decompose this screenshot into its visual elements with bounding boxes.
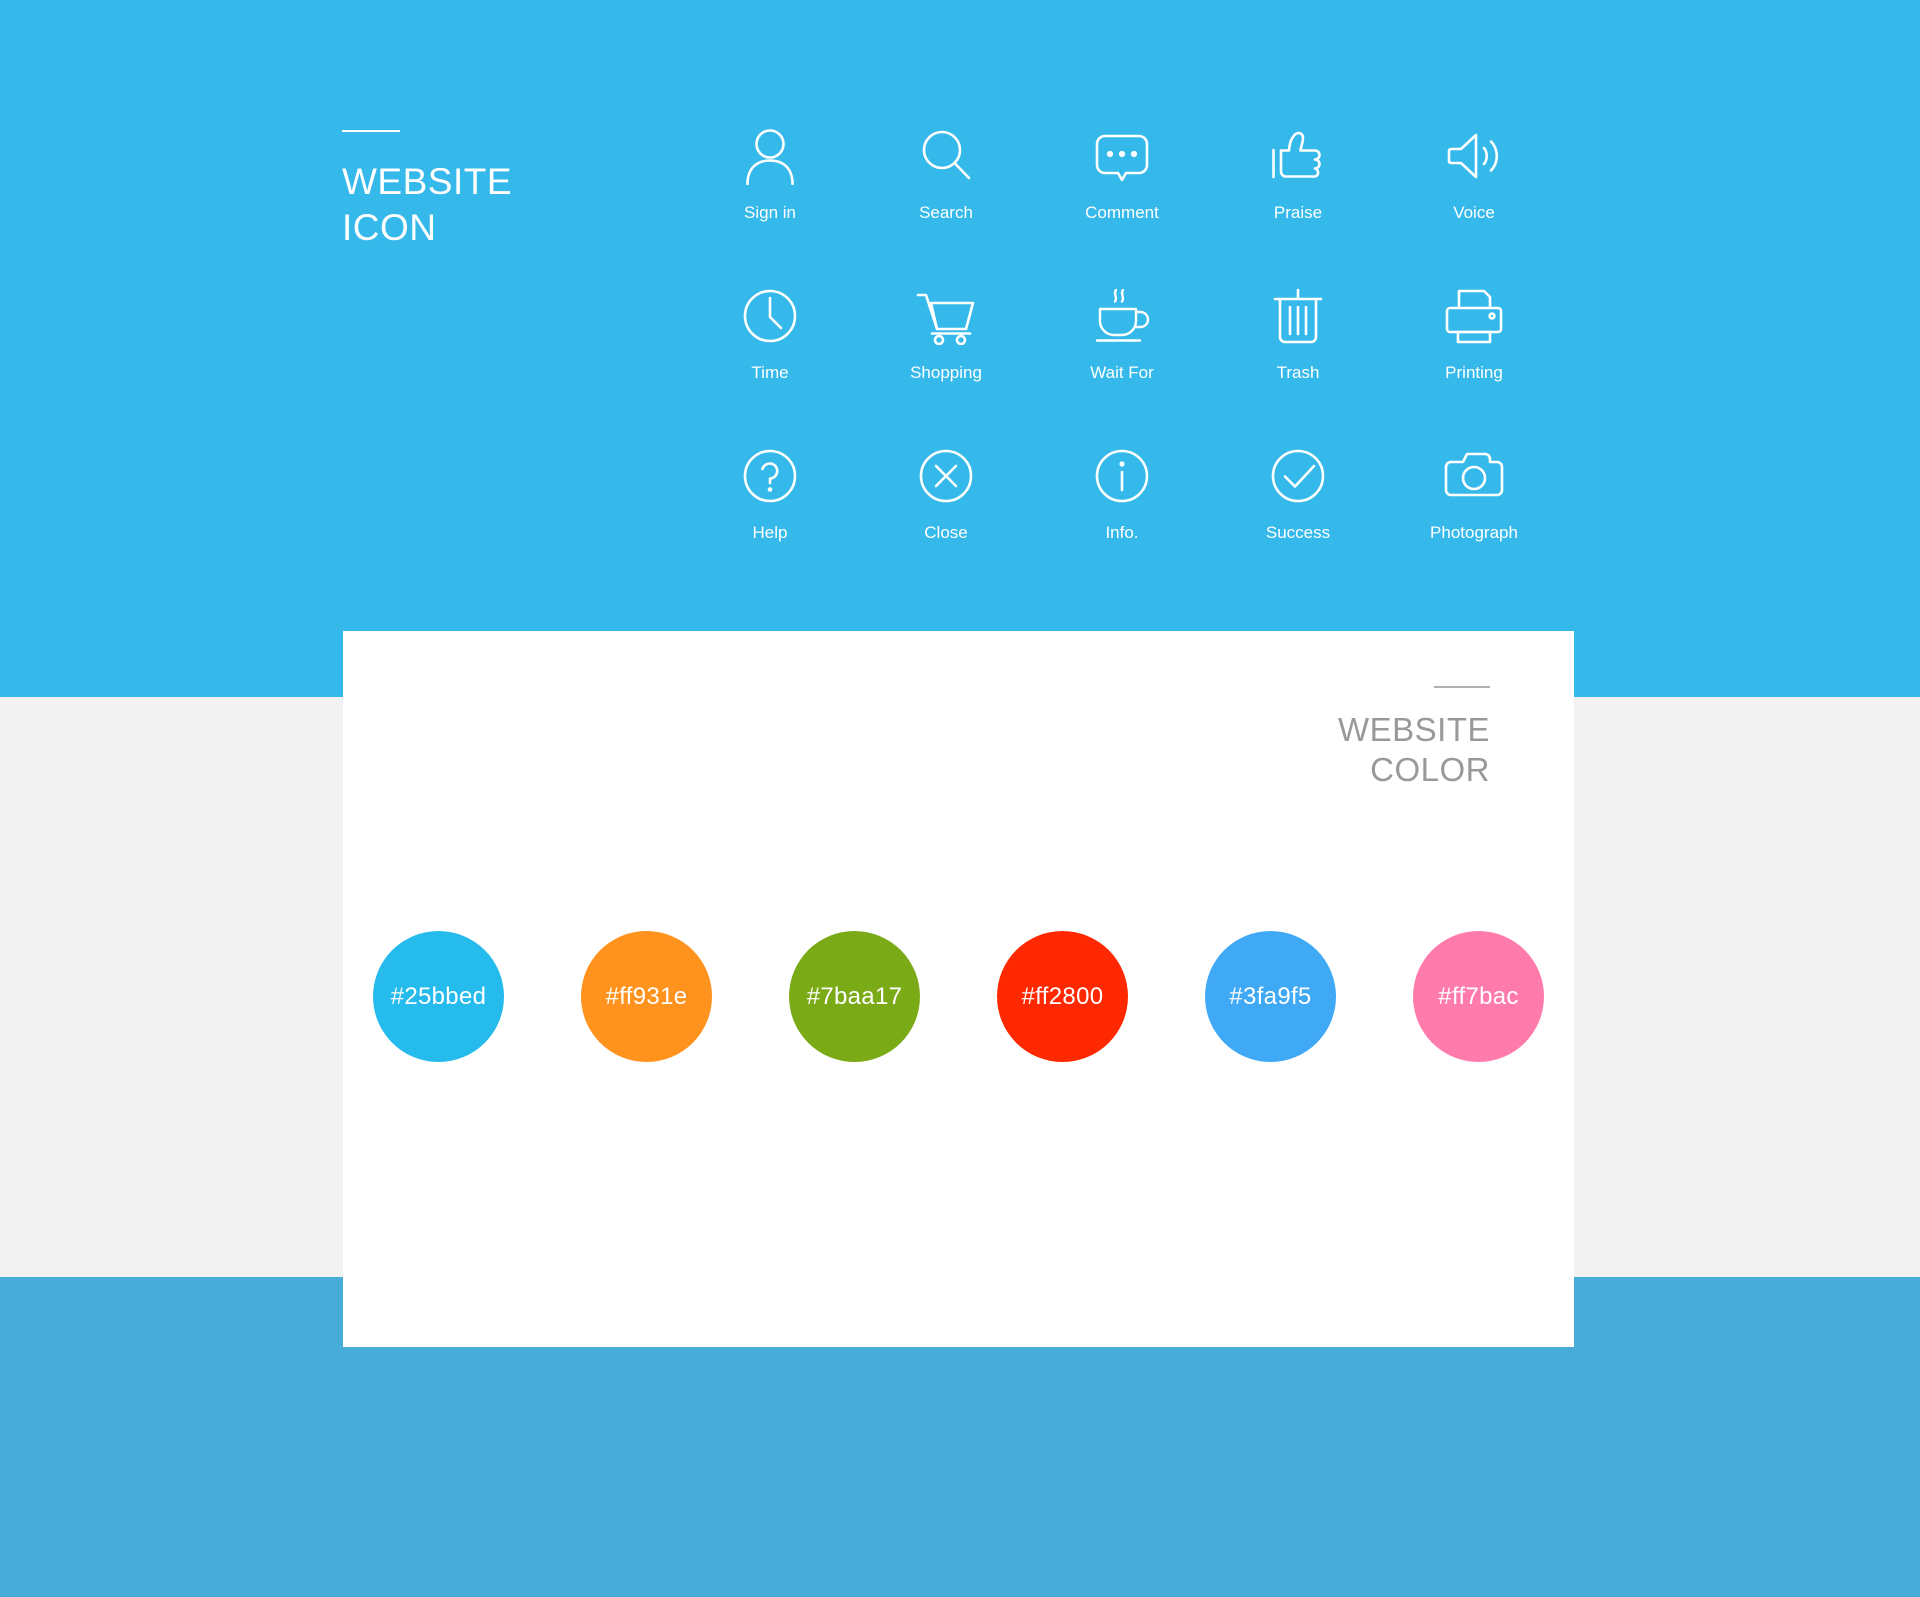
icon-item-sign-in[interactable]: Sign in [682,125,858,223]
icon-label: Sign in [744,203,796,222]
color-swatch-row: #25bbed #ff931e #7baa17 #ff2800 #3fa9f5 … [343,931,1574,1062]
question-circle-icon [741,445,799,507]
icon-item-wait-for[interactable]: Wait For [1034,285,1210,383]
printer-icon [1444,285,1504,347]
icon-label: Time [751,363,789,382]
color-swatch[interactable]: #25bbed [373,931,504,1062]
icon-label: Praise [1273,203,1323,222]
icon-label: Close [924,523,968,542]
icon-label: Printing [1445,363,1503,382]
color-swatch-label: #ff2800 [1021,982,1104,1010]
website-icon-heading-line2: ICON [342,207,437,248]
clock-icon [741,285,799,347]
color-swatch[interactable]: #7baa17 [789,931,920,1062]
user-icon [742,125,798,187]
website-icon-heading-line1: WEBSITE [342,161,513,202]
color-swatch-label: #3fa9f5 [1229,982,1312,1010]
info-circle-icon [1093,445,1151,507]
icon-label: Comment [1085,203,1159,222]
thumbs-up-icon [1269,125,1327,187]
icon-item-praise[interactable]: Praise [1210,125,1386,223]
icon-label: Photograph [1430,523,1518,542]
color-swatch[interactable]: #ff2800 [997,931,1128,1062]
icon-item-photograph[interactable]: Photograph [1386,445,1562,543]
website-icon-heading: WEBSITE ICON [342,130,512,251]
website-icon-section: WEBSITE ICON Sign in Search Comment Prai… [0,0,1920,697]
icon-label: Help [752,523,788,542]
icon-item-printing[interactable]: Printing [1386,285,1562,383]
heading-rule [342,130,400,132]
close-circle-icon [917,445,975,507]
color-swatch-label: #7baa17 [806,982,903,1010]
icon-item-info[interactable]: Info. [1034,445,1210,543]
website-color-heading-line1: WEBSITE [1337,711,1490,748]
trash-icon [1271,285,1325,347]
icon-label: Shopping [910,363,982,382]
icon-item-voice[interactable]: Voice [1386,125,1562,223]
color-swatch[interactable]: #3fa9f5 [1205,931,1336,1062]
icon-grid: Sign in Search Comment Praise Voice Time… [682,125,1562,543]
cart-icon [915,285,977,347]
camera-icon [1443,445,1505,507]
icon-label: Info. [1105,523,1139,542]
color-swatch-label: #ff7bac [1438,982,1519,1010]
icon-item-comment[interactable]: Comment [1034,125,1210,223]
color-swatch-label: #25bbed [390,982,487,1010]
heading-rule [1434,686,1490,688]
comment-icon [1093,125,1151,187]
color-swatch-label: #ff931e [605,982,688,1010]
color-swatch[interactable]: #ff931e [581,931,712,1062]
icon-item-time[interactable]: Time [682,285,858,383]
icon-label: Trash [1276,363,1320,382]
icon-label: Search [919,203,973,222]
color-swatch[interactable]: #ff7bac [1413,931,1544,1062]
icon-label: Success [1265,523,1331,542]
search-icon [918,125,974,187]
icon-label: Wait For [1090,363,1154,382]
icon-item-close[interactable]: Close [858,445,1034,543]
icon-item-search[interactable]: Search [858,125,1034,223]
icon-item-trash[interactable]: Trash [1210,285,1386,383]
website-color-heading: WEBSITE COLOR [1338,686,1490,790]
icon-label: Voice [1453,203,1495,222]
coffee-cup-icon [1092,285,1152,347]
website-color-heading-line2: COLOR [1370,751,1490,788]
icon-item-help[interactable]: Help [682,445,858,543]
website-color-card: WEBSITE COLOR #25bbed #ff931e #7baa17 #f… [343,631,1574,1347]
check-circle-icon [1269,445,1327,507]
volume-icon [1445,125,1503,187]
icon-item-shopping[interactable]: Shopping [858,285,1034,383]
icon-item-success[interactable]: Success [1210,445,1386,543]
